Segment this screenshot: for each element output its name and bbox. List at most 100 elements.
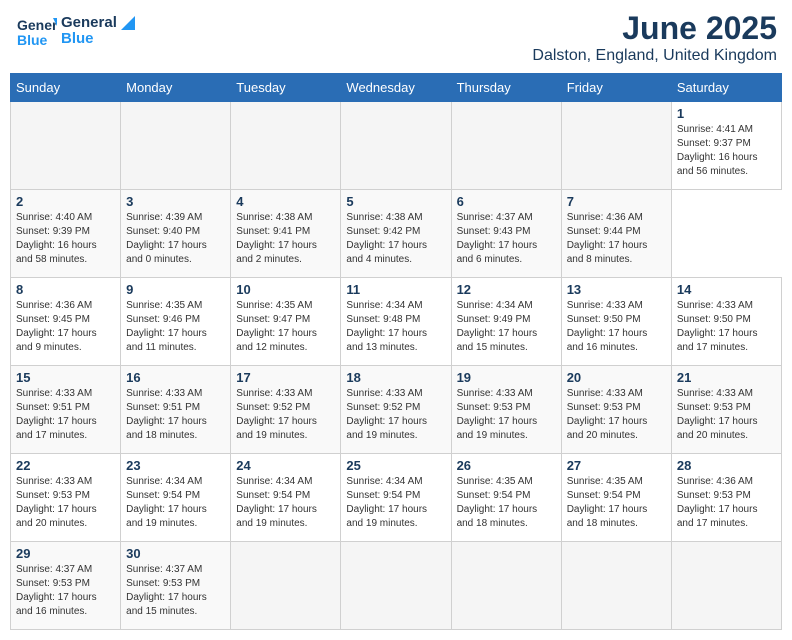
calendar-cell-17: 17Sunrise: 4:33 AMSunset: 9:52 PMDayligh…	[231, 366, 341, 454]
empty-cell	[451, 542, 561, 630]
day-number: 15	[16, 370, 115, 385]
empty-cell	[121, 102, 231, 190]
day-info: Sunrise: 4:35 AMSunset: 9:47 PMDaylight:…	[236, 300, 317, 353]
calendar-cell-7: 7 Sunrise: 4:36 AMSunset: 9:44 PMDaylight…	[561, 190, 671, 278]
day-info: Sunrise: 4:33 AMSunset: 9:53 PMDaylight:…	[567, 388, 648, 441]
calendar-cell-1: 1Sunrise: 4:41 AMSunset: 9:37 PMDaylight…	[671, 102, 781, 190]
calendar-cell-18: 18 Sunrise: 4:33 AMSunset: 9:52 PMDayligh…	[341, 366, 451, 454]
calendar-cell-14: 14Sunrise: 4:33 AMSunset: 9:50 PMDayligh…	[671, 278, 781, 366]
day-number: 28	[677, 458, 776, 473]
calendar-cell-10: 10Sunrise: 4:35 AMSunset: 9:47 PMDayligh…	[231, 278, 341, 366]
day-info: Sunrise: 4:34 AMSunset: 9:49 PMDaylight:…	[457, 300, 538, 353]
logo: General Blue General Blue	[15, 10, 135, 52]
calendar-row: 22Sunrise: 4:33 AMSunset: 9:53 PMDayligh…	[11, 454, 782, 542]
svg-text:Blue: Blue	[17, 32, 48, 48]
day-number: 24	[236, 458, 335, 473]
day-number: 6	[457, 194, 556, 209]
day-info: Sunrise: 4:34 AMSunset: 9:48 PMDaylight:…	[346, 300, 427, 353]
day-info: Sunrise: 4:33 AMSunset: 9:50 PMDaylight:…	[567, 300, 648, 353]
calendar-row: 2 Sunrise: 4:40 AMSunset: 9:39 PMDaylight…	[11, 190, 782, 278]
day-info: Sunrise: 4:34 AMSunset: 9:54 PMDaylight:…	[236, 476, 317, 529]
day-info: Sunrise: 4:34 AMSunset: 9:54 PMDaylight:…	[126, 476, 207, 529]
day-info: Sunrise: 4:38 AMSunset: 9:41 PMDaylight:…	[236, 212, 317, 265]
calendar-cell-23: 23 Sunrise: 4:34 AMSunset: 9:54 PMDayligh…	[121, 454, 231, 542]
calendar-cell-4: 4 Sunrise: 4:38 AMSunset: 9:41 PMDaylight…	[231, 190, 341, 278]
calendar-cell-12: 12Sunrise: 4:34 AMSunset: 9:49 PMDayligh…	[451, 278, 561, 366]
empty-cell	[231, 542, 341, 630]
month-title: June 2025	[532, 10, 777, 47]
calendar-cell-6: 6 Sunrise: 4:37 AMSunset: 9:43 PMDaylight…	[451, 190, 561, 278]
day-number: 22	[16, 458, 115, 473]
calendar-cell-2: 2 Sunrise: 4:40 AMSunset: 9:39 PMDaylight…	[11, 190, 121, 278]
day-number: 29	[16, 546, 115, 561]
day-info: Sunrise: 4:40 AMSunset: 9:39 PMDaylight:…	[16, 212, 97, 265]
day-info: Sunrise: 4:33 AMSunset: 9:51 PMDaylight:…	[126, 388, 207, 441]
calendar-cell-5: 5 Sunrise: 4:38 AMSunset: 9:42 PMDaylight…	[341, 190, 451, 278]
calendar-cell-27: 27Sunrise: 4:35 AMSunset: 9:54 PMDayligh…	[561, 454, 671, 542]
day-info: Sunrise: 4:35 AMSunset: 9:46 PMDaylight:…	[126, 300, 207, 353]
logo-arrow-icon	[121, 16, 135, 30]
day-info: Sunrise: 4:33 AMSunset: 9:53 PMDaylight:…	[677, 388, 758, 441]
day-info: Sunrise: 4:35 AMSunset: 9:54 PMDaylight:…	[567, 476, 648, 529]
calendar-row: 1Sunrise: 4:41 AMSunset: 9:37 PMDaylight…	[11, 102, 782, 190]
calendar-cell-11: 11 Sunrise: 4:34 AMSunset: 9:48 PMDayligh…	[341, 278, 451, 366]
column-header-friday: Friday	[561, 74, 671, 102]
empty-cell	[671, 542, 781, 630]
day-number: 3	[126, 194, 225, 209]
logo-blue-text: Blue	[61, 31, 135, 48]
empty-cell	[561, 102, 671, 190]
empty-cell	[11, 102, 121, 190]
day-number: 19	[457, 370, 556, 385]
day-number: 7	[567, 194, 666, 209]
day-info: Sunrise: 4:37 AMSunset: 9:53 PMDaylight:…	[16, 564, 97, 617]
day-info: Sunrise: 4:37 AMSunset: 9:43 PMDaylight:…	[457, 212, 538, 265]
day-number: 26	[457, 458, 556, 473]
calendar-row: 8Sunrise: 4:36 AMSunset: 9:45 PMDaylight…	[11, 278, 782, 366]
page-header: General Blue General Blue June 2025 Dals…	[10, 10, 782, 65]
day-number: 16	[126, 370, 225, 385]
empty-cell	[231, 102, 341, 190]
day-info: Sunrise: 4:33 AMSunset: 9:52 PMDaylight:…	[346, 388, 427, 441]
day-number: 18	[346, 370, 445, 385]
calendar-cell-26: 26 Sunrise: 4:35 AMSunset: 9:54 PMDayligh…	[451, 454, 561, 542]
day-info: Sunrise: 4:33 AMSunset: 9:51 PMDaylight:…	[16, 388, 97, 441]
day-info: Sunrise: 4:36 AMSunset: 9:45 PMDaylight:…	[16, 300, 97, 353]
day-info: Sunrise: 4:37 AMSunset: 9:53 PMDaylight:…	[126, 564, 207, 617]
day-number: 23	[126, 458, 225, 473]
calendar-cell-20: 20 Sunrise: 4:33 AMSunset: 9:53 PMDayligh…	[561, 366, 671, 454]
calendar-cell-24: 24 Sunrise: 4:34 AMSunset: 9:54 PMDayligh…	[231, 454, 341, 542]
empty-cell	[561, 542, 671, 630]
day-info: Sunrise: 4:36 AMSunset: 9:44 PMDaylight:…	[567, 212, 648, 265]
calendar-cell-25: 25Sunrise: 4:34 AMSunset: 9:54 PMDayligh…	[341, 454, 451, 542]
logo-icon: General Blue	[15, 10, 57, 52]
calendar-cell-15: 15 Sunrise: 4:33 AMSunset: 9:51 PMDayligh…	[11, 366, 121, 454]
calendar-cell-3: 3 Sunrise: 4:39 AMSunset: 9:40 PMDaylight…	[121, 190, 231, 278]
column-header-tuesday: Tuesday	[231, 74, 341, 102]
empty-cell	[341, 102, 451, 190]
column-header-monday: Monday	[121, 74, 231, 102]
day-number: 1	[677, 106, 776, 121]
day-number: 20	[567, 370, 666, 385]
column-header-thursday: Thursday	[451, 74, 561, 102]
calendar-cell-19: 19Sunrise: 4:33 AMSunset: 9:53 PMDayligh…	[451, 366, 561, 454]
calendar-table: SundayMondayTuesdayWednesdayThursdayFrid…	[10, 73, 782, 630]
column-header-wednesday: Wednesday	[341, 74, 451, 102]
calendar-row: 29 Sunrise: 4:37 AMSunset: 9:53 PMDayligh…	[11, 542, 782, 630]
title-block: June 2025 Dalston, England, United Kingd…	[532, 10, 777, 65]
day-number: 11	[346, 282, 445, 297]
day-info: Sunrise: 4:39 AMSunset: 9:40 PMDaylight:…	[126, 212, 207, 265]
column-header-saturday: Saturday	[671, 74, 781, 102]
day-info: Sunrise: 4:35 AMSunset: 9:54 PMDaylight:…	[457, 476, 538, 529]
day-number: 4	[236, 194, 335, 209]
calendar-cell-13: 13Sunrise: 4:33 AMSunset: 9:50 PMDayligh…	[561, 278, 671, 366]
calendar-row: 15 Sunrise: 4:33 AMSunset: 9:51 PMDayligh…	[11, 366, 782, 454]
day-info: Sunrise: 4:38 AMSunset: 9:42 PMDaylight:…	[346, 212, 427, 265]
calendar-cell-16: 16 Sunrise: 4:33 AMSunset: 9:51 PMDayligh…	[121, 366, 231, 454]
day-number: 14	[677, 282, 776, 297]
calendar-header-row: SundayMondayTuesdayWednesdayThursdayFrid…	[11, 74, 782, 102]
day-number: 25	[346, 458, 445, 473]
calendar-cell-8: 8Sunrise: 4:36 AMSunset: 9:45 PMDaylight…	[11, 278, 121, 366]
day-number: 9	[126, 282, 225, 297]
day-number: 5	[346, 194, 445, 209]
day-number: 2	[16, 194, 115, 209]
